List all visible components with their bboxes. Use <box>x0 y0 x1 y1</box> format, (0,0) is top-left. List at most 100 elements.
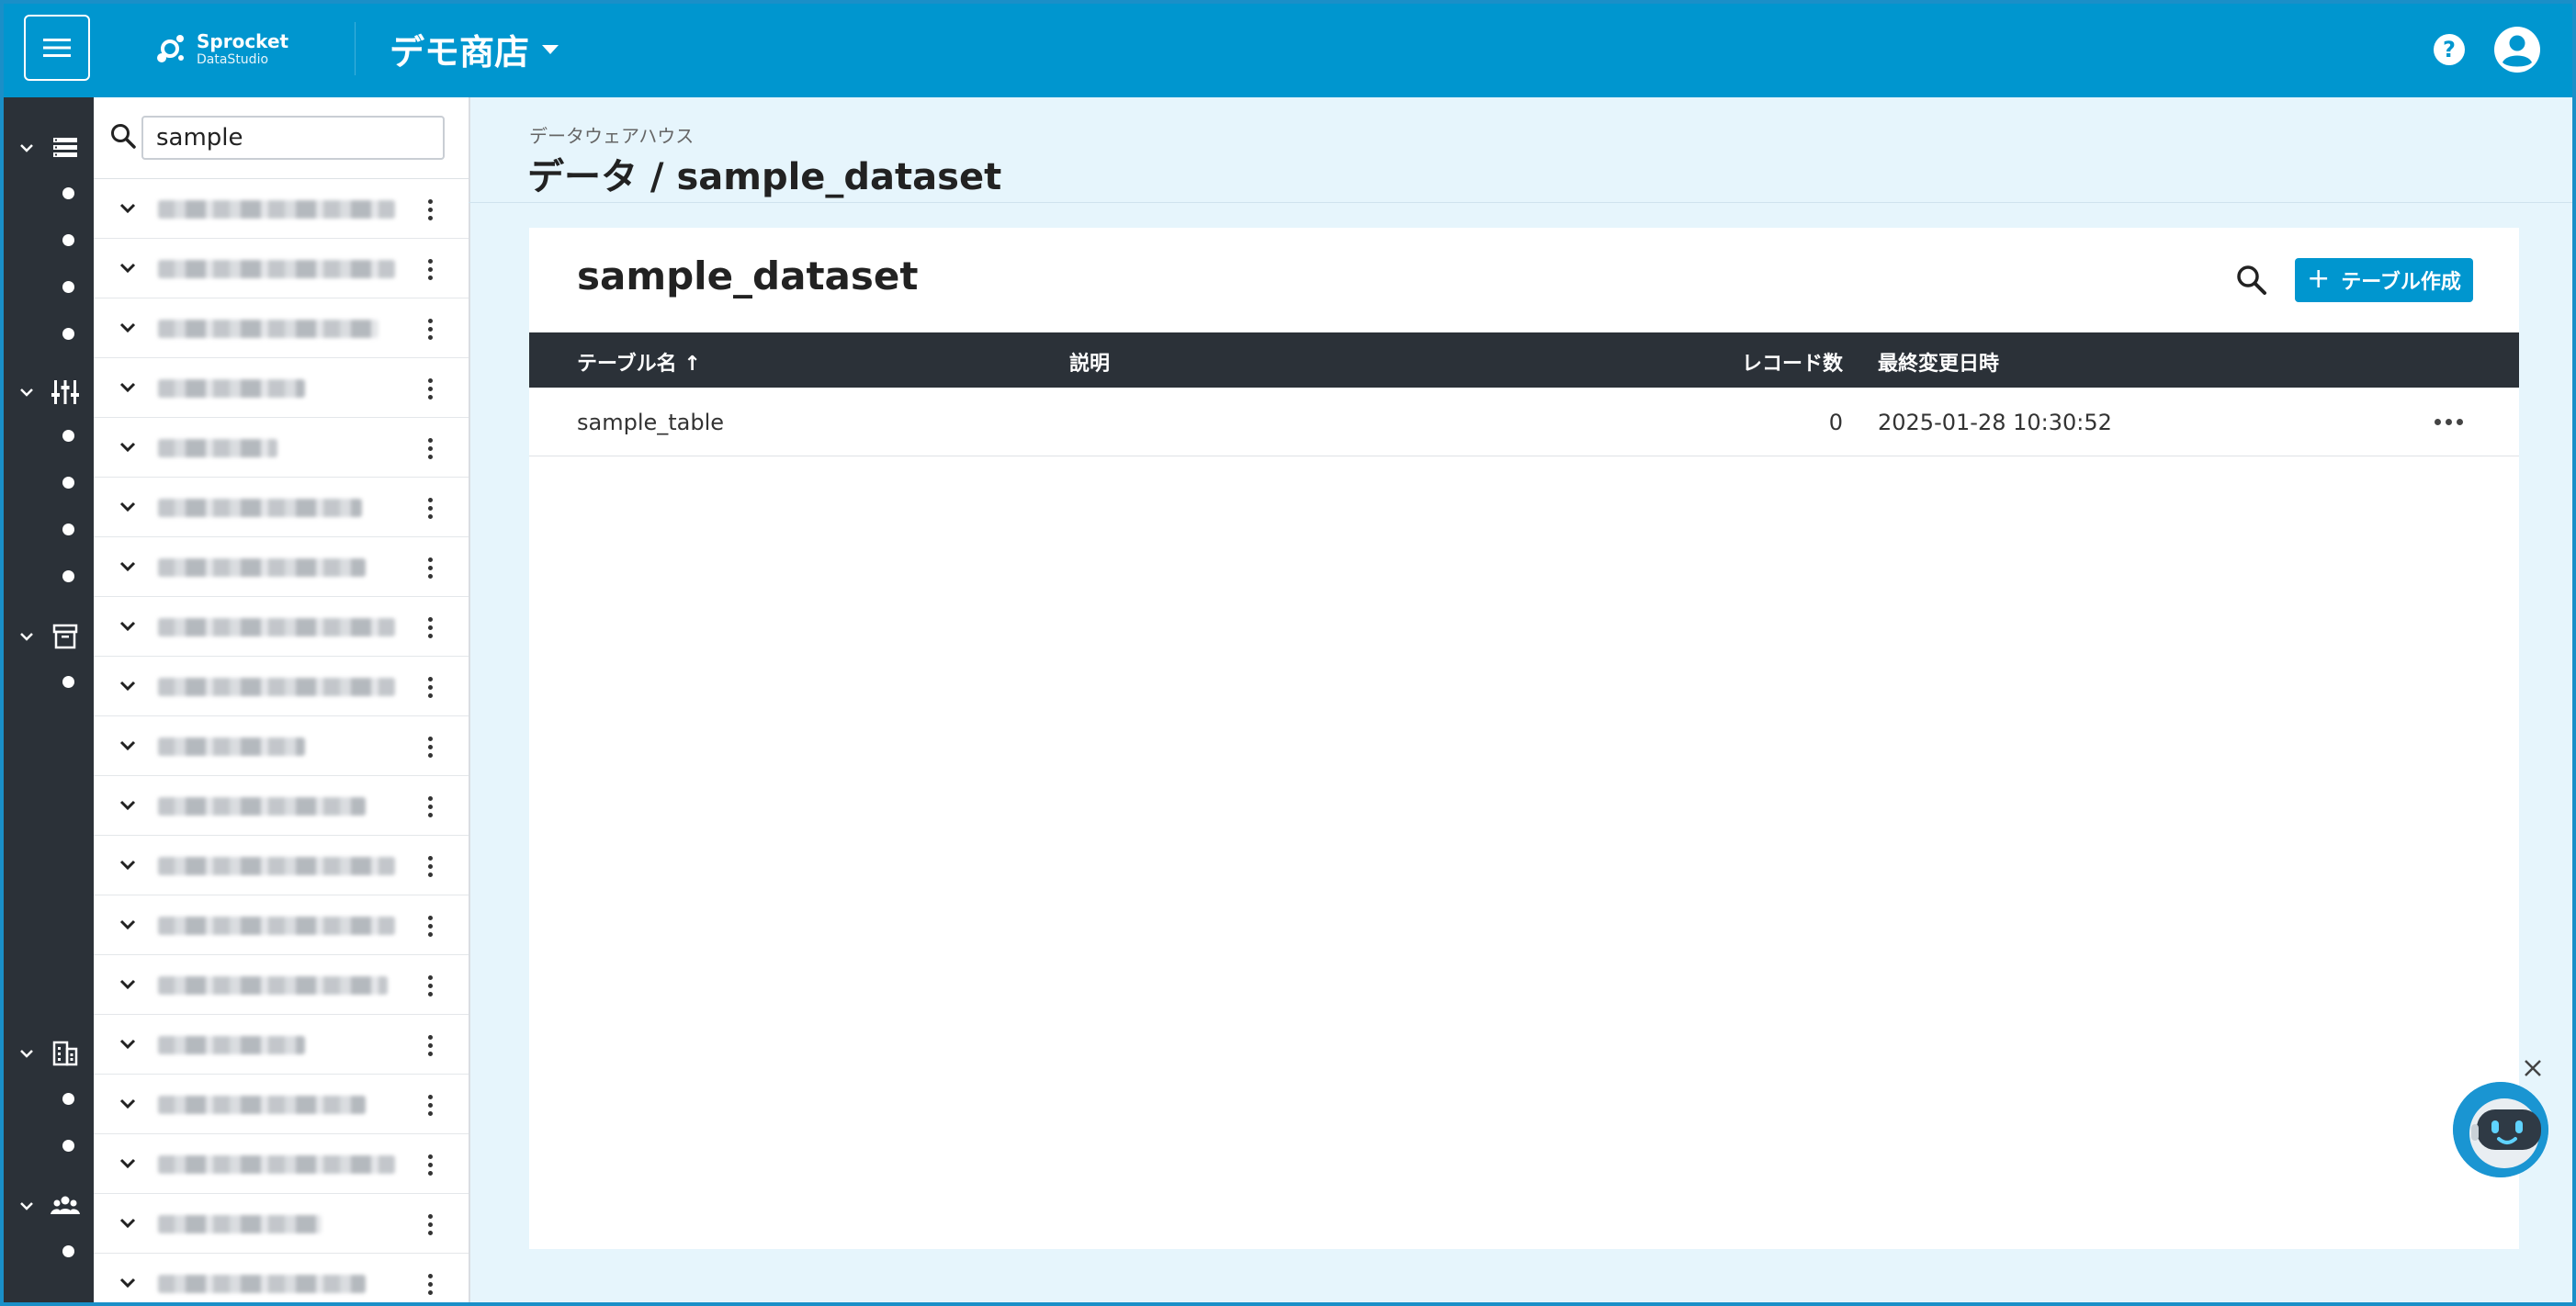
more-vertical-icon[interactable] <box>419 1092 441 1118</box>
more-vertical-icon[interactable] <box>419 734 441 760</box>
tree-item[interactable] <box>94 835 469 895</box>
more-vertical-icon[interactable] <box>419 853 441 879</box>
chevron-down-icon[interactable] <box>118 855 138 875</box>
nav-item-dot[interactable] <box>62 281 74 293</box>
tree-search-input[interactable] <box>141 116 445 160</box>
chevron-down-icon[interactable] <box>118 795 138 816</box>
tree-item[interactable] <box>94 775 469 836</box>
tree-item[interactable] <box>94 178 469 239</box>
nav-item-dot[interactable] <box>62 1245 74 1257</box>
table-row[interactable]: sample_table 0 2025-01-28 10:30:52 <box>529 388 2519 456</box>
chevron-down-icon[interactable] <box>118 676 138 696</box>
column-header-name[interactable]: テーブル名 ↑ <box>577 347 701 377</box>
more-vertical-icon[interactable] <box>419 1211 441 1237</box>
more-vertical-icon[interactable] <box>419 197 441 222</box>
more-vertical-icon[interactable] <box>419 435 441 461</box>
nav-group-toggle-processing[interactable] <box>0 373 94 410</box>
more-horizontal-icon[interactable] <box>2435 419 2463 425</box>
tree-item[interactable] <box>94 1014 469 1075</box>
tree-item[interactable] <box>94 1193 469 1254</box>
chatbot-icon[interactable] <box>2453 1082 2548 1177</box>
nav-group-toggle-data[interactable] <box>0 129 94 165</box>
nav-item-dot[interactable] <box>62 1140 74 1152</box>
chevron-down-icon[interactable] <box>118 1034 138 1054</box>
tree-item[interactable] <box>94 1253 469 1306</box>
more-vertical-icon[interactable] <box>419 794 441 819</box>
column-header-record-count[interactable]: レコード数 <box>1742 347 1843 377</box>
chevron-down-icon <box>20 144 33 152</box>
column-header-last-modified[interactable]: 最終変更日時 <box>1878 347 1999 377</box>
nav-group-toggle-organization[interactable] <box>0 1034 94 1071</box>
more-vertical-icon[interactable] <box>419 555 441 580</box>
chevron-down-icon[interactable] <box>118 1273 138 1293</box>
chevron-down-icon[interactable] <box>118 198 138 219</box>
app-logo[interactable]: Sprocket DataStudio <box>154 28 288 70</box>
nav-item-dot[interactable] <box>62 570 74 582</box>
more-vertical-icon[interactable] <box>419 495 441 521</box>
dataset-tree-panel <box>94 97 470 1306</box>
nav-item-dot[interactable] <box>62 524 74 535</box>
tree-item[interactable] <box>94 477 469 537</box>
more-vertical-icon[interactable] <box>419 973 441 998</box>
tree-item[interactable] <box>94 298 469 358</box>
tree-item[interactable] <box>94 596 469 657</box>
more-vertical-icon[interactable] <box>419 1271 441 1297</box>
more-vertical-icon[interactable] <box>419 674 441 700</box>
column-header-description[interactable]: 説明 <box>1069 347 1110 377</box>
tree-item[interactable] <box>94 536 469 597</box>
more-vertical-icon[interactable] <box>419 614 441 640</box>
nav-item-dot[interactable] <box>62 187 74 199</box>
tree-item-label-redacted <box>158 439 277 457</box>
chevron-down-icon[interactable] <box>118 974 138 995</box>
tree-item[interactable] <box>94 238 469 298</box>
tree-item[interactable] <box>94 1133 469 1194</box>
chevron-down-icon[interactable] <box>118 377 138 398</box>
tree-item[interactable] <box>94 715 469 776</box>
chevron-down-icon[interactable] <box>118 736 138 756</box>
menu-button[interactable] <box>24 15 90 81</box>
tree-item[interactable] <box>94 656 469 716</box>
nav-item-dot[interactable] <box>62 430 74 442</box>
chevron-down-icon[interactable] <box>118 258 138 278</box>
more-vertical-icon[interactable] <box>419 1032 441 1058</box>
nav-group-toggle-archive[interactable] <box>0 617 94 654</box>
nav-item-dot[interactable] <box>62 234 74 246</box>
close-icon[interactable] <box>2521 1056 2545 1080</box>
nav-item-dot[interactable] <box>62 1093 74 1105</box>
create-table-button[interactable]: + テーブル作成 <box>2295 258 2473 302</box>
logo-subtitle: DataStudio <box>197 51 269 67</box>
chevron-down-icon[interactable] <box>118 557 138 577</box>
nav-group-toggle-users[interactable] <box>0 1187 94 1223</box>
nav-item-dot[interactable] <box>62 328 74 340</box>
help-icon[interactable]: ? <box>2433 33 2466 66</box>
tree-item[interactable] <box>94 417 469 478</box>
breadcrumb-section: データウェアハウス <box>529 125 695 147</box>
nav-item-dot[interactable] <box>62 477 74 489</box>
caret-down-icon <box>542 44 559 54</box>
tree-item[interactable] <box>94 1074 469 1134</box>
chevron-down-icon[interactable] <box>118 616 138 636</box>
tree-item[interactable] <box>94 357 469 418</box>
chevron-down-icon[interactable] <box>118 437 138 457</box>
account-circle-icon[interactable] <box>2493 26 2541 73</box>
chevron-down-icon[interactable] <box>118 1154 138 1174</box>
tree-item[interactable] <box>94 895 469 955</box>
more-vertical-icon[interactable] <box>419 256 441 282</box>
logo-icon <box>157 35 184 62</box>
more-vertical-icon[interactable] <box>419 1152 441 1177</box>
nav-item-dot[interactable] <box>62 676 74 688</box>
chevron-down-icon[interactable] <box>118 915 138 935</box>
chevron-down-icon[interactable] <box>118 318 138 338</box>
organization-switcher[interactable]: デモ商店 <box>390 24 559 74</box>
chevron-down-icon[interactable] <box>118 1094 138 1114</box>
more-vertical-icon[interactable] <box>419 316 441 342</box>
tree-item-label-redacted <box>158 797 366 816</box>
organization-name: デモ商店 <box>390 32 530 73</box>
search-icon[interactable] <box>2234 263 2269 298</box>
more-vertical-icon[interactable] <box>419 913 441 939</box>
cell-table-name[interactable]: sample_table <box>577 410 724 435</box>
more-vertical-icon[interactable] <box>419 376 441 401</box>
chevron-down-icon[interactable] <box>118 497 138 517</box>
chevron-down-icon[interactable] <box>118 1213 138 1233</box>
tree-item[interactable] <box>94 954 469 1015</box>
